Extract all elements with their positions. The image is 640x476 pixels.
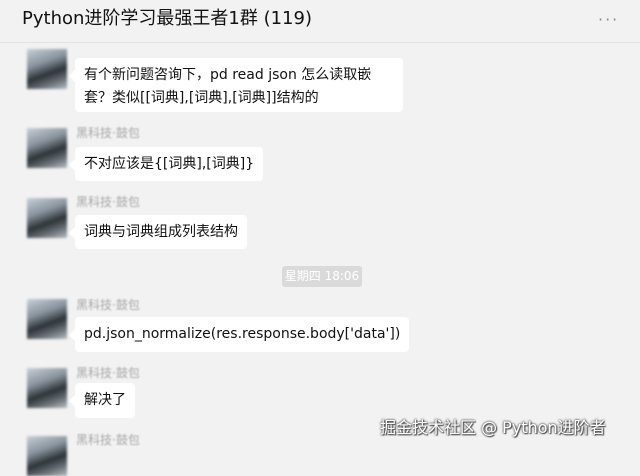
- sender-name: 黑科技·鼓包: [76, 195, 140, 209]
- message-bubble: 词典与词典组成列表结构: [69, 215, 247, 249]
- avatar[interactable]: [27, 198, 67, 238]
- chat-title: Python进阶学习最强王者1群 (119): [22, 8, 312, 29]
- avatar[interactable]: [27, 128, 67, 168]
- avatar[interactable]: [27, 436, 67, 476]
- message-bubble: 有个新问题咨询下，pd read json 怎么读取嵌套？类似[[词典],[词典…: [69, 58, 403, 112]
- avatar[interactable]: [27, 49, 67, 89]
- avatar[interactable]: [27, 368, 67, 408]
- sender-name: 黑科技·鼓包: [76, 126, 140, 140]
- time-separator: 星期四 18:06: [282, 266, 362, 287]
- sender-name: 黑科技·鼓包: [76, 433, 140, 447]
- message-bubble: pd.json_normalize(res.response.body['dat…: [68, 317, 410, 352]
- chat-header: Python进阶学习最强王者1群 (119) ···: [0, 0, 640, 43]
- sender-name: 黑科技·鼓包: [76, 298, 140, 312]
- more-horizontal-icon[interactable]: ···: [598, 10, 619, 29]
- sender-name: 黑科技·鼓包: [76, 366, 140, 380]
- avatar[interactable]: [27, 299, 67, 339]
- message-bubble: 不对应该是{[词典],[词典]}: [68, 147, 264, 181]
- watermark: 掘金技术社区 @ Python进阶者: [380, 418, 606, 437]
- message-bubble: 解决了: [69, 383, 135, 418]
